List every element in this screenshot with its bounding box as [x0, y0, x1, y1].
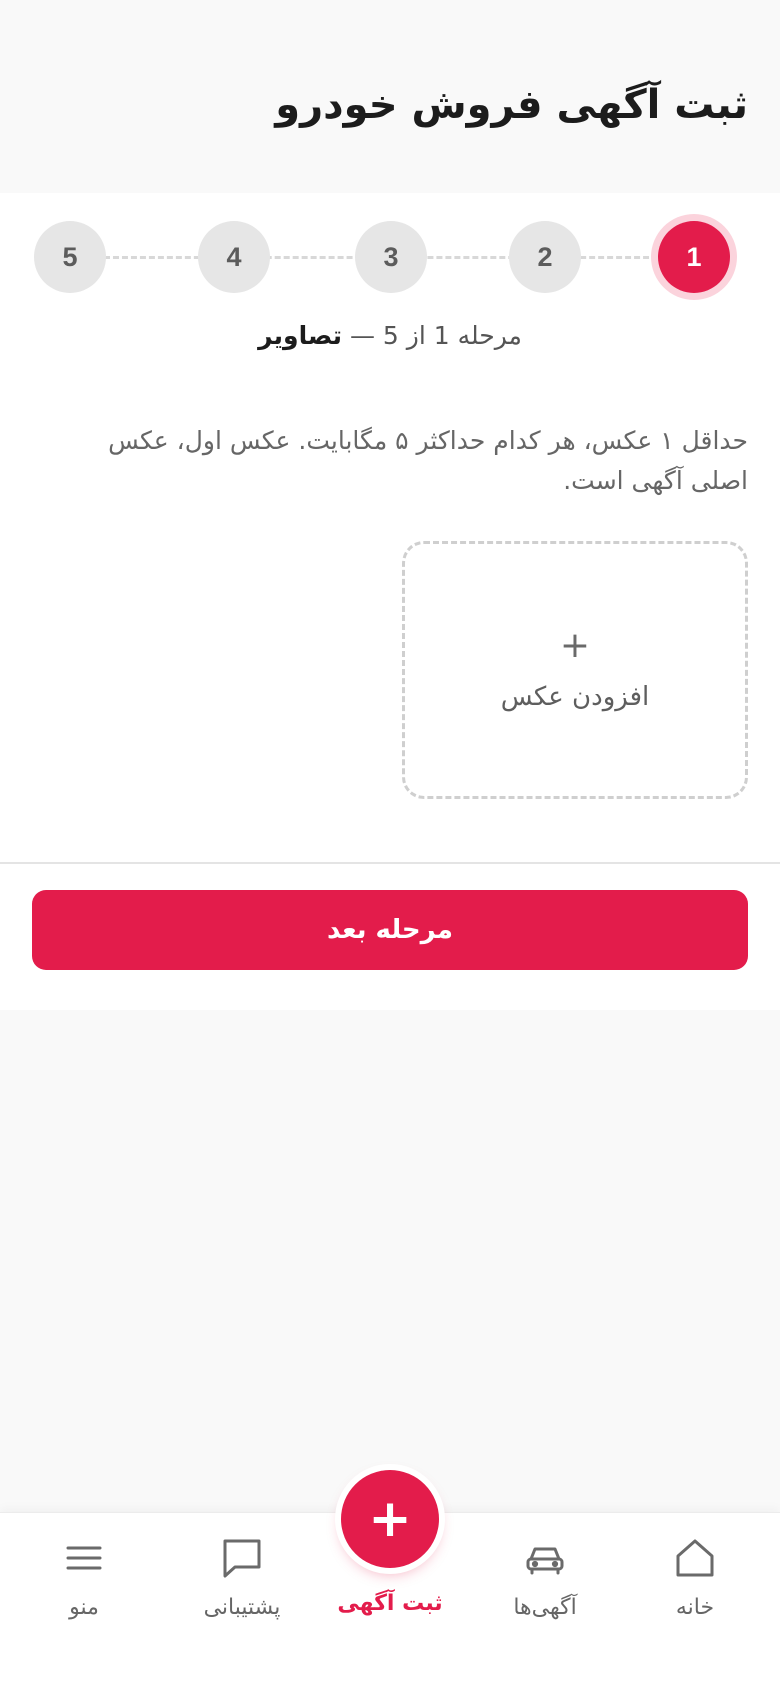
- step-name: تصاویر: [258, 321, 342, 350]
- nav-support-label: پشتیبانی: [203, 1595, 281, 1620]
- wizard-card: 1 2 3 4 5 مرحله 1 از 5 — تصاویر حداقل ۱ …: [0, 193, 780, 1010]
- nav-home[interactable]: خانه: [625, 1535, 765, 1645]
- step-4[interactable]: 4: [198, 221, 270, 293]
- next-step-button[interactable]: مرحله بعد: [32, 890, 748, 970]
- home-icon: [676, 1539, 714, 1577]
- plus-icon: +: [559, 625, 591, 666]
- chat-icon: [223, 1539, 261, 1578]
- plus-icon: +: [368, 1489, 412, 1549]
- stepper: 1 2 3 4 5: [0, 221, 780, 293]
- page-title: ثبت آگهی فروش خودرو: [275, 82, 748, 128]
- step-counter: مرحله 1 از 5 —: [349, 321, 522, 350]
- nav-home-label: خانه: [675, 1595, 715, 1620]
- add-photo-button[interactable]: + افزودن عکس: [402, 541, 748, 799]
- step-1[interactable]: 1: [658, 221, 730, 293]
- step-5[interactable]: 5: [34, 221, 106, 293]
- photo-hint: حداقل ۱ عکس، هر کدام حداکثر ۵ مگابایت. ع…: [108, 426, 748, 495]
- post-ad-fab[interactable]: +: [341, 1470, 439, 1568]
- divider: [0, 862, 780, 864]
- step-caption: مرحله 1 از 5 — تصاویر: [0, 321, 780, 350]
- add-photo-label: افزودن عکس: [500, 682, 650, 712]
- nav-ads[interactable]: آگهی‌ها: [475, 1535, 615, 1645]
- nav-post-ad[interactable]: ثبت آگهی: [320, 1591, 460, 1688]
- app-header: ثبت آگهی فروش خودرو: [0, 0, 780, 193]
- car-icon: [526, 1547, 564, 1575]
- nav-menu-label: منو: [69, 1595, 99, 1620]
- step-2[interactable]: 2: [509, 221, 581, 293]
- menu-icon: [66, 1546, 102, 1570]
- nav-post-ad-label: ثبت آگهی: [337, 1591, 443, 1616]
- nav-support[interactable]: پشتیبانی: [172, 1535, 312, 1645]
- nav-menu[interactable]: منو: [14, 1535, 154, 1645]
- step-3[interactable]: 3: [355, 221, 427, 293]
- nav-ads-label: آگهی‌ها: [513, 1595, 577, 1620]
